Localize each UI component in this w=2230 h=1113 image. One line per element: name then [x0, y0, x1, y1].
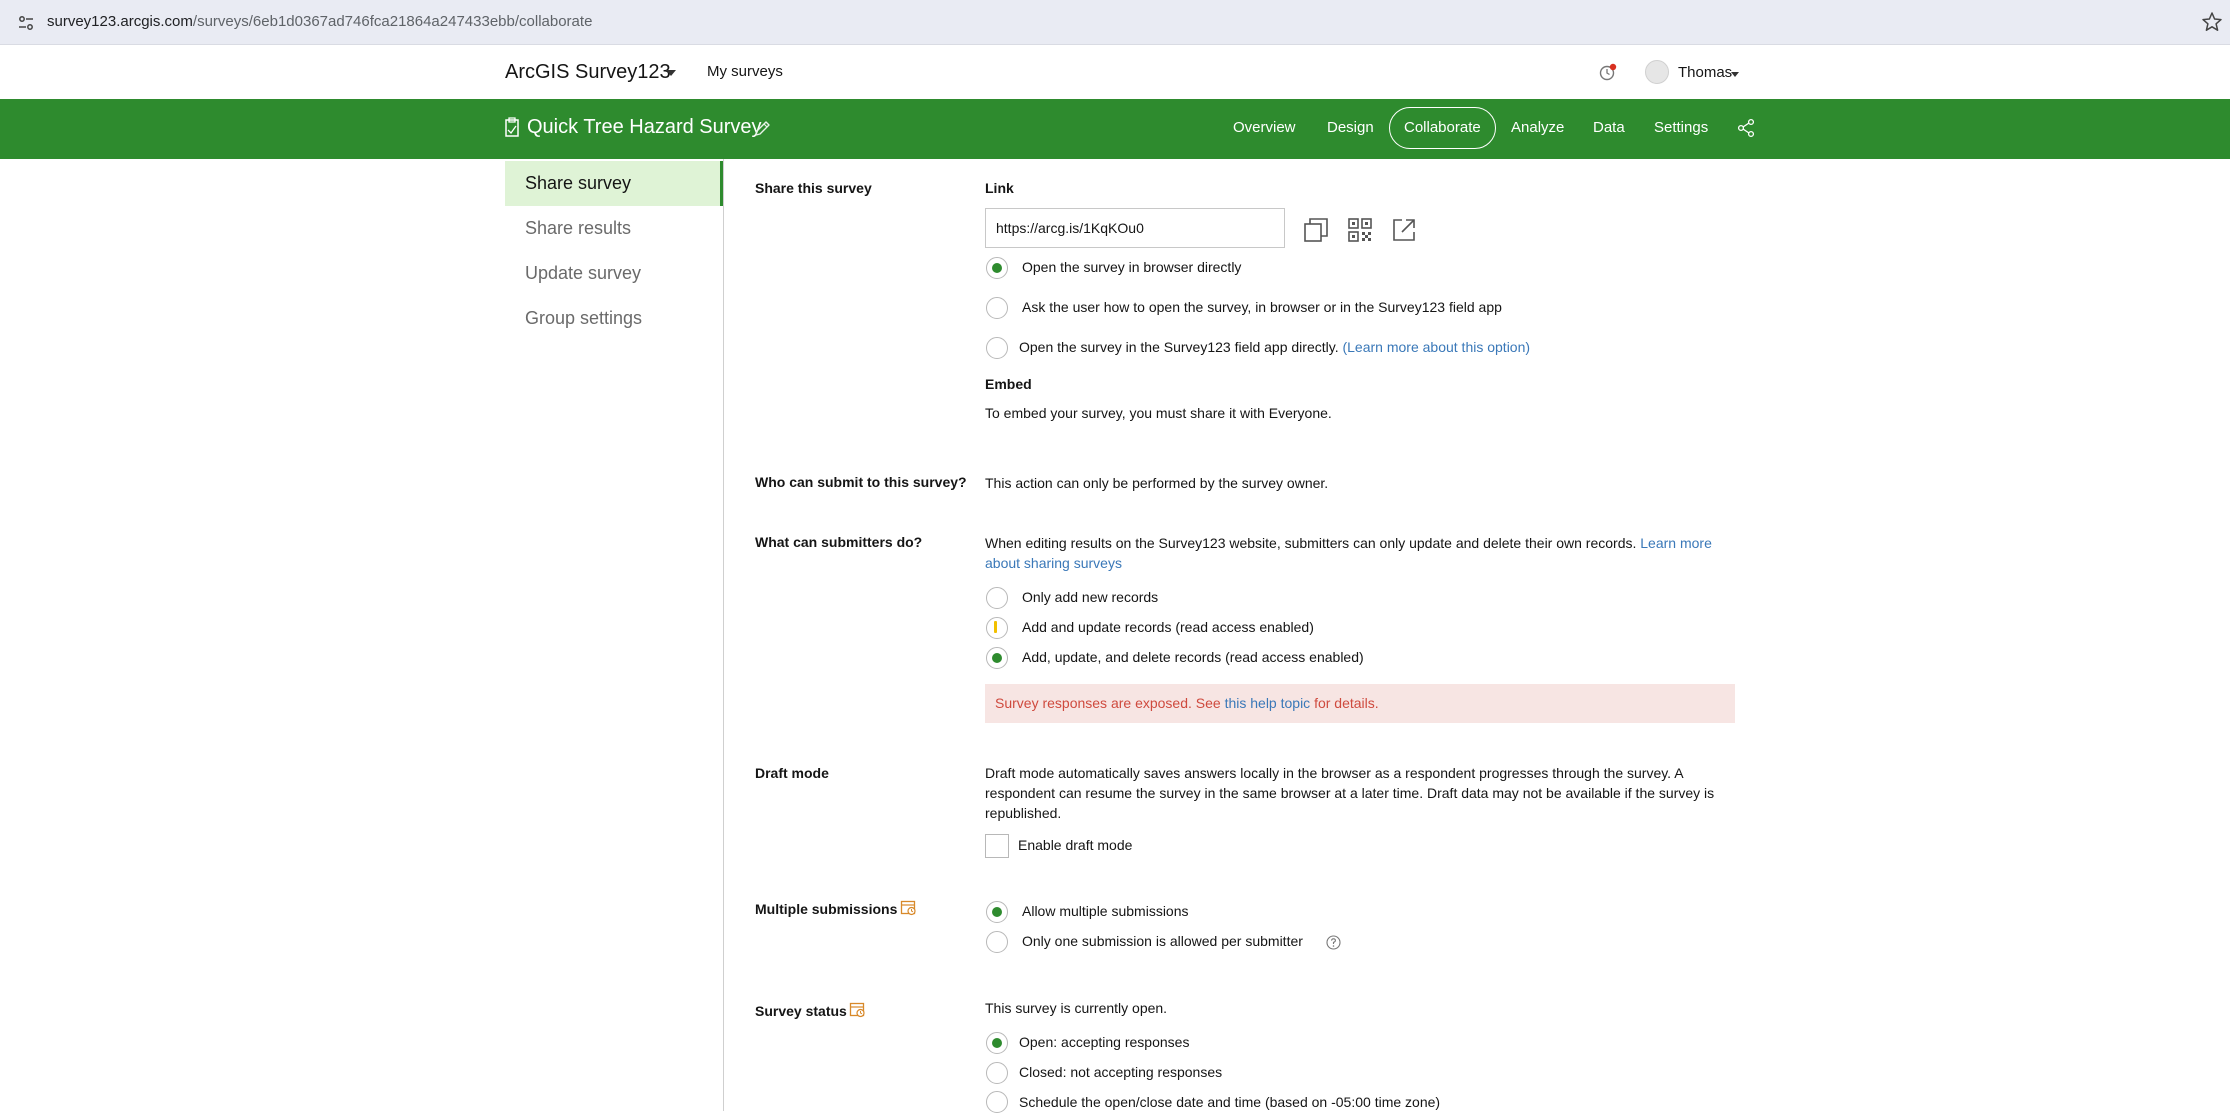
notification-icon[interactable]: [1599, 63, 1617, 81]
draft-mode-label: Draft mode: [755, 765, 829, 781]
allow-multiple-label: Allow multiple submissions: [1022, 903, 1189, 919]
enable-draft-checkbox[interactable]: [985, 834, 1009, 858]
open-field-app-label: Open the survey in the Survey123 field a…: [1019, 339, 1530, 355]
app-title[interactable]: ArcGIS Survey123: [505, 61, 671, 84]
open-field-app-radio[interactable]: [986, 337, 1008, 359]
only-add-radio[interactable]: [986, 587, 1008, 609]
exposed-responses-alert: Survey responses are exposed. See this h…: [985, 684, 1735, 723]
chevron-down-icon[interactable]: [666, 70, 676, 76]
status-schedule-label: Schedule the open/close date and time (b…: [1019, 1094, 1441, 1110]
survey-status-text: This survey is currently open.: [985, 1000, 1168, 1016]
survey-form-icon: [505, 117, 519, 137]
learn-more-option-link[interactable]: (Learn more about this option): [1342, 339, 1530, 355]
help-icon[interactable]: [1326, 935, 1341, 950]
who-submit-text: This action can only be performed by the…: [985, 475, 1329, 491]
add-update-delete-label: Add, update, and delete records (read ac…: [1022, 649, 1364, 665]
alert-suffix: for details.: [1310, 695, 1379, 711]
tab-design[interactable]: Design: [1327, 119, 1374, 136]
alert-prefix: Survey responses are exposed. See: [995, 695, 1225, 711]
add-update-delete-radio[interactable]: [986, 647, 1008, 669]
submitters-text: When editing results on the Survey123 we…: [985, 533, 1735, 573]
ask-user-radio[interactable]: [986, 297, 1008, 319]
pencil-icon[interactable]: [753, 120, 771, 138]
avatar[interactable]: [1645, 60, 1669, 84]
share-section-label: Share this survey: [755, 180, 872, 196]
status-closed-label: Closed: not accepting responses: [1019, 1064, 1223, 1080]
url-path: /surveys/6eb1d0367ad746fca21864a247433eb…: [192, 13, 593, 30]
only-add-label: Only add new records: [1022, 589, 1159, 605]
tab-collaborate[interactable]: Collaborate: [1389, 107, 1496, 149]
enable-draft-label: Enable draft mode: [1018, 837, 1133, 853]
embed-heading: Embed: [985, 376, 1032, 392]
tab-analyze[interactable]: Analyze: [1511, 119, 1564, 136]
tab-data[interactable]: Data: [1593, 119, 1625, 136]
survey-status-label: Survey status: [755, 1003, 847, 1019]
status-schedule-radio[interactable]: [986, 1091, 1008, 1113]
open-browser-radio[interactable]: [986, 257, 1008, 279]
schedule-calendar-icon: [849, 1002, 865, 1018]
ask-user-label: Ask the user how to open the survey, in …: [1022, 299, 1502, 315]
collaborate-sidebar: Share survey Share results Update survey…: [505, 159, 723, 1111]
open-browser-label: Open the survey in browser directly: [1022, 259, 1242, 275]
survey-title: Quick Tree Hazard Survey: [527, 116, 762, 138]
qr-code-icon[interactable]: [1347, 217, 1373, 243]
embed-text: To embed your survey, you must share it …: [985, 405, 1332, 421]
submitters-desc: When editing results on the Survey123 we…: [985, 535, 1637, 551]
allow-multiple-radio[interactable]: [986, 901, 1008, 923]
status-open-radio[interactable]: [986, 1032, 1008, 1054]
copy-icon[interactable]: [1303, 217, 1329, 243]
my-surveys-link[interactable]: My surveys: [707, 63, 783, 80]
status-closed-radio[interactable]: [986, 1062, 1008, 1084]
tab-overview[interactable]: Overview: [1233, 119, 1296, 136]
schedule-calendar-icon: [900, 900, 916, 916]
share-icon[interactable]: [1737, 118, 1755, 138]
add-update-radio[interactable]: [986, 617, 1008, 639]
address-bar[interactable]: survey123.arcgis.com/surveys/6eb1d0367ad…: [47, 13, 592, 30]
link-heading: Link: [985, 180, 1014, 196]
tab-settings[interactable]: Settings: [1654, 119, 1708, 136]
survey-nav-bar: Quick Tree Hazard Survey Overview Design…: [0, 99, 2230, 159]
survey-link-field[interactable]: https://arcg.is/1KqKOu0: [985, 208, 1285, 248]
one-submission-label: Only one submission is allowed per submi…: [1022, 933, 1303, 949]
who-submit-label: Who can submit to this survey?: [755, 474, 967, 490]
user-name[interactable]: Thomas: [1678, 64, 1732, 81]
url-host: survey123.arcgis.com: [47, 13, 193, 30]
open-external-icon[interactable]: [1391, 217, 1417, 243]
sidebar-item-share-results[interactable]: Share results: [505, 206, 723, 251]
one-submission-radio[interactable]: [986, 931, 1008, 953]
sidebar-item-update-survey[interactable]: Update survey: [505, 251, 723, 296]
sidebar-divider: [723, 159, 724, 1111]
user-menu-chevron-icon[interactable]: [1731, 72, 1739, 77]
add-update-label: Add and update records (read access enab…: [1022, 619, 1314, 635]
status-open-label: Open: accepting responses: [1019, 1034, 1190, 1050]
draft-mode-text: Draft mode automatically saves answers l…: [985, 765, 1715, 821]
help-topic-link[interactable]: this help topic: [1225, 695, 1311, 711]
sidebar-item-share-survey[interactable]: Share survey: [505, 161, 723, 206]
app-header: ArcGIS Survey123 My surveys Thomas: [0, 45, 2230, 99]
star-icon[interactable]: [2200, 10, 2224, 34]
site-settings-icon[interactable]: [17, 14, 35, 32]
browser-url-bar: survey123.arcgis.com/surveys/6eb1d0367ad…: [0, 0, 2230, 45]
open-field-app-text: Open the survey in the Survey123 field a…: [1019, 339, 1339, 355]
sidebar-item-group-settings[interactable]: Group settings: [505, 296, 723, 341]
submitters-label: What can submitters do?: [755, 534, 923, 550]
multiple-submissions-label: Multiple submissions: [755, 901, 898, 917]
